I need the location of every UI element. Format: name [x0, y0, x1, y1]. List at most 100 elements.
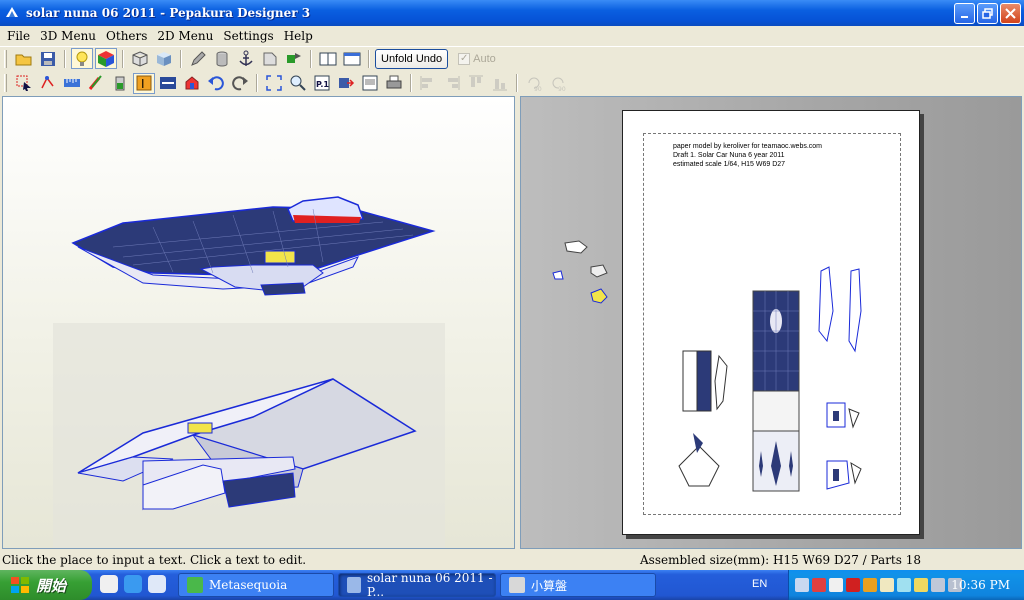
pepakura-window: solar nuna 06 2011 - Pepakura Designer 3… [0, 0, 1024, 600]
menu-help[interactable]: Help [279, 27, 318, 45]
network-icon[interactable] [795, 578, 809, 592]
print-preview-button[interactable] [359, 73, 381, 94]
auto-checkbox[interactable]: ✓ [458, 52, 471, 65]
media-player-icon[interactable] [100, 575, 118, 593]
print-page[interactable]: paper model by keroliver for teamaoc.web… [622, 110, 920, 535]
pepakura-app-icon [6, 7, 18, 17]
show-desktop-icon[interactable] [148, 575, 166, 593]
align-bottom-icon [493, 79, 507, 91]
print-button[interactable] [383, 73, 405, 94]
single-view-button[interactable] [317, 48, 339, 69]
cube-shaded-icon [157, 51, 171, 66]
status-hint: Click the place to input a text. Click a… [2, 553, 307, 567]
connection-icon[interactable] [897, 578, 911, 592]
open-button[interactable] [13, 48, 35, 69]
display-icon[interactable] [931, 578, 945, 592]
align-right-button[interactable] [441, 73, 463, 94]
task-calculator[interactable]: 小算盤 [500, 573, 656, 597]
edge-button[interactable] [187, 48, 209, 69]
volume-icon[interactable] [829, 578, 843, 592]
pencil-icon [191, 50, 206, 66]
light-button[interactable] [71, 48, 93, 69]
fit-button[interactable] [263, 73, 285, 94]
ruler-button[interactable] [61, 73, 83, 94]
rotate-left-button[interactable]: 90 [523, 73, 545, 94]
fit-icon [266, 75, 282, 91]
stamp-button[interactable] [181, 73, 203, 94]
flap-button[interactable] [259, 48, 281, 69]
align-left-button[interactable] [417, 73, 439, 94]
cylinder-icon [216, 51, 228, 66]
close-button[interactable] [1000, 3, 1021, 24]
image-button[interactable] [157, 73, 179, 94]
unfold-undo-button[interactable]: Unfold Undo [375, 48, 449, 69]
task-metasequoia[interactable]: Metasequoia [178, 573, 334, 597]
start-button[interactable]: 開始 [0, 570, 92, 600]
antivirus-icon[interactable] [846, 578, 860, 592]
svg-text:90: 90 [534, 86, 542, 92]
magnifier-icon [290, 75, 306, 91]
text-tool-icon: I [136, 75, 152, 91]
export-button[interactable] [335, 73, 357, 94]
dual-view-button[interactable] [341, 48, 363, 69]
task-label: solar nuna 06 2011 - P... [366, 571, 493, 599]
menu-bar: File 3D Menu Others 2D Menu Settings Hel… [0, 26, 1024, 46]
align-right-icon [448, 76, 460, 90]
title-bar[interactable]: solar nuna 06 2011 - Pepakura Designer 3 [0, 0, 1024, 26]
edit-toolbar: I P.1 90 90 [0, 71, 1024, 95]
3d-model-canvas[interactable] [3, 97, 514, 548]
quick-launch [100, 575, 166, 593]
3d-view-pane[interactable] [2, 96, 515, 549]
page-number-icon: P.1 [314, 75, 330, 91]
folder-open-icon [15, 54, 32, 65]
text-tool-button[interactable]: I [133, 72, 155, 94]
messenger-icon[interactable] [914, 578, 928, 592]
flap-icon [263, 52, 277, 65]
window-single-icon [343, 52, 361, 65]
2d-unfold-pane[interactable]: paper model by keroliver for teamaoc.web… [520, 96, 1022, 549]
toolbar-grip[interactable] [4, 49, 7, 68]
texture-button[interactable] [95, 48, 117, 69]
restore-button[interactable] [977, 3, 998, 24]
solar-car-top-model [71, 196, 436, 296]
menu-3d[interactable]: 3D Menu [35, 27, 101, 45]
language-indicator[interactable]: EN [752, 578, 767, 590]
undo-button[interactable] [205, 73, 227, 94]
security-icon[interactable] [812, 578, 826, 592]
anchor-button[interactable] [235, 48, 257, 69]
face-button[interactable] [153, 48, 175, 69]
wireframe-button[interactable] [129, 48, 151, 69]
page-number-button[interactable]: P.1 [311, 73, 333, 94]
save-button[interactable] [37, 48, 59, 69]
battery-button[interactable] [109, 73, 131, 94]
align-bottom-button[interactable] [489, 73, 511, 94]
metasequoia-icon [187, 577, 203, 593]
zoom-button[interactable] [287, 73, 309, 94]
menu-others[interactable]: Others [101, 27, 152, 45]
paint-button[interactable] [85, 73, 107, 94]
tray-app-icon[interactable] [880, 578, 894, 592]
menu-file[interactable]: File [2, 27, 35, 45]
task-pepakura[interactable]: solar nuna 06 2011 - P... [338, 571, 496, 599]
cylinder-button[interactable] [211, 48, 233, 69]
rotate-right-button[interactable]: 90 [547, 73, 569, 94]
menu-2d[interactable]: 2D Menu [152, 27, 218, 45]
select-button[interactable] [13, 73, 35, 94]
join-edge-button[interactable] [37, 73, 59, 94]
clock[interactable]: 10:36 PM [951, 578, 1010, 592]
redo-icon [232, 76, 248, 91]
menu-settings[interactable]: Settings [218, 27, 278, 45]
toolbar-grip-2[interactable] [4, 74, 7, 92]
unfold-piece-button[interactable] [283, 48, 305, 69]
texture-cube-icon [98, 50, 114, 67]
auto-checkbox-wrap[interactable]: ✓ Auto [458, 52, 496, 65]
update-icon[interactable] [863, 578, 877, 592]
svg-text:P.1: P.1 [316, 80, 329, 89]
anchor-icon [239, 50, 253, 66]
internet-explorer-icon[interactable] [124, 575, 142, 593]
printer-icon [386, 75, 402, 89]
minimize-button[interactable] [954, 3, 975, 24]
align-top-button[interactable] [465, 73, 487, 94]
rotate-90-right-icon: 90 [552, 77, 566, 92]
redo-button[interactable] [229, 73, 251, 94]
